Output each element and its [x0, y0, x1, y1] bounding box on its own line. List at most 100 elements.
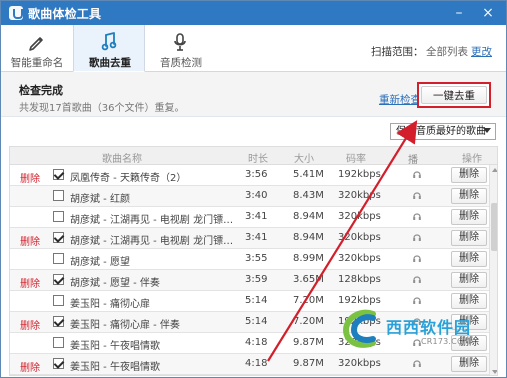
tab-label: 歌曲去重: [89, 57, 131, 69]
row-delete-button[interactable]: 删除: [451, 188, 487, 204]
table-row: 删除 凤凰传奇 - 天籁传奇（2） 3:56 5.41M 192kbps 删除: [10, 165, 489, 186]
table-row: 胡彦斌 - 红颜 3:40 8.43M 320kbps 删除: [10, 186, 489, 207]
table-scrollbar[interactable]: [489, 165, 497, 375]
row-duration: 4:18: [245, 337, 268, 348]
row-delete-button[interactable]: 删除: [451, 356, 487, 372]
table-row: 删除 姜玉阳 - 痛彻心扉 - 伴奏 5:14 7.20M 192kbps 删除: [10, 312, 489, 333]
main-toolbar: 智能重命名 歌曲去重 音质检测 扫描范围： 全部列表 更改: [1, 25, 506, 72]
status-title: 检查完成: [19, 84, 63, 97]
row-delete-button[interactable]: 删除: [451, 314, 487, 330]
row-checkbox[interactable]: [53, 253, 64, 264]
window-title: 歌曲体检工具: [28, 7, 102, 21]
row-song-name: 胡彦斌 - 愿望 - 伴奏: [70, 278, 160, 289]
keep-strategy-value: 保留音质最好的歌曲: [396, 126, 486, 137]
header-song-name: 歌曲名称: [102, 154, 142, 165]
tab-song-dedupe[interactable]: 歌曲去重: [73, 25, 145, 72]
row-bitrate: 192kbps: [338, 169, 381, 180]
table-row: 胡彦斌 - 愿望 3:55 8.99M 320kbps 删除: [10, 249, 489, 270]
row-bitrate: 192kbps: [338, 316, 381, 327]
row-size: 9.87M: [293, 337, 324, 348]
titlebar: 歌曲体检工具 – ×: [1, 1, 506, 25]
headphones-icon[interactable]: [412, 232, 422, 242]
status-subtitle: 共发现17首歌曲（36个文件）重复。: [19, 103, 185, 114]
row-bitrate: 320kbps: [338, 232, 381, 243]
row-size: 8.99M: [293, 253, 324, 264]
row-checkbox[interactable]: [53, 316, 64, 327]
headphones-icon[interactable]: [412, 190, 422, 200]
headphones-icon[interactable]: [412, 358, 422, 368]
scroll-down-icon[interactable]: [490, 367, 497, 375]
row-checkbox[interactable]: [53, 169, 64, 180]
row-delete-tag: 删除: [20, 174, 40, 185]
row-duration: 3:55: [245, 253, 268, 264]
row-checkbox[interactable]: [53, 358, 64, 369]
duplicates-table: 歌曲名称 时长 大小 码率 播放 操作 删除 凤凰传奇 - 天籁传奇（2） 3:…: [9, 146, 498, 376]
row-checkbox[interactable]: [53, 337, 64, 348]
row-checkbox[interactable]: [53, 211, 64, 222]
change-scan-range-link[interactable]: 更改: [471, 44, 492, 59]
row-duration: 3:41: [245, 232, 268, 243]
row-size: 8.94M: [293, 211, 324, 222]
row-duration: 3:59: [245, 274, 268, 285]
rescan-link[interactable]: 重新检查: [379, 92, 421, 107]
row-checkbox[interactable]: [53, 295, 64, 306]
tab-smart-rename[interactable]: 智能重命名: [1, 25, 73, 72]
app-window: 歌曲体检工具 – × 智能重命名 歌曲去重 音质检测 扫描范围： 全部列表 更改…: [0, 0, 507, 378]
table-row: 姜玉阳 - 痛彻心扉 5:14 7.20M 192kbps 删除: [10, 291, 489, 312]
scroll-thumb[interactable]: [491, 203, 497, 251]
header-duration: 时长: [248, 154, 268, 165]
table-row: 删除 胡彦斌 - 江湖再见 - 电视剧 龙门镖… 3:41 8.94M 320k…: [10, 228, 489, 249]
headphones-icon[interactable]: [412, 316, 422, 326]
pen-icon: [29, 37, 43, 51]
row-size: 3.65M: [293, 274, 324, 285]
row-bitrate: 320kbps: [338, 337, 381, 348]
chevron-down-icon: [483, 128, 491, 133]
headphones-icon[interactable]: [412, 211, 422, 221]
row-delete-tag: 删除: [20, 321, 40, 332]
row-delete-button[interactable]: 删除: [451, 272, 487, 288]
row-bitrate: 320kbps: [338, 253, 381, 264]
row-delete-button[interactable]: 删除: [451, 230, 487, 246]
music-note-icon: [101, 32, 117, 51]
row-delete-button[interactable]: 删除: [451, 167, 487, 183]
header-bitrate: 码率: [346, 154, 366, 165]
table-row: 姜玉阳 - 午夜唱情歌 4:18 9.87M 320kbps 删除: [10, 333, 489, 354]
row-bitrate: 320kbps: [338, 190, 381, 201]
table-row: 胡彦斌 - 江湖再见 - 电视剧 龙门镖… 3:41 8.94M 320kbps…: [10, 207, 489, 228]
row-song-name: 凤凰传奇 - 天籁传奇（2）: [70, 173, 187, 184]
row-delete-button[interactable]: 删除: [451, 335, 487, 351]
scan-range-value: 全部列表: [426, 46, 468, 58]
headphones-icon[interactable]: [412, 169, 422, 179]
row-checkbox[interactable]: [53, 274, 64, 285]
headphones-icon[interactable]: [412, 274, 422, 284]
row-bitrate: 128kbps: [338, 274, 381, 285]
microphone-icon: [174, 33, 186, 51]
one-key-dedupe-button[interactable]: 一键去重: [421, 86, 487, 104]
row-size: 9.87M: [293, 358, 324, 369]
close-icon[interactable]: ×: [479, 4, 497, 22]
row-size: 7.20M: [293, 316, 324, 327]
headphones-icon[interactable]: [412, 295, 422, 305]
filter-bar: 保留音质最好的歌曲: [1, 118, 506, 144]
header-size: 大小: [294, 154, 314, 165]
row-duration: 4:18: [245, 358, 268, 369]
scroll-up-icon[interactable]: [490, 165, 497, 175]
row-size: 7.20M: [293, 295, 324, 306]
header-actions: 操作: [462, 154, 482, 165]
tab-audio-quality[interactable]: 音质检测: [145, 25, 217, 72]
minimize-icon[interactable]: –: [450, 4, 468, 22]
row-duration: 3:40: [245, 190, 268, 201]
headphones-icon[interactable]: [412, 337, 422, 347]
table-header: 歌曲名称 时长 大小 码率 播放 操作: [10, 147, 497, 181]
row-delete-button[interactable]: 删除: [451, 293, 487, 309]
table-rows: 删除 凤凰传奇 - 天籁传奇（2） 3:56 5.41M 192kbps 删除 …: [10, 165, 489, 375]
headphones-icon[interactable]: [412, 253, 422, 263]
row-delete-button[interactable]: 删除: [451, 251, 487, 267]
row-song-name: 姜玉阳 - 午夜唱情歌: [70, 341, 160, 352]
row-song-name: 胡彦斌 - 江湖再见 - 电视剧 龙门镖…: [70, 215, 234, 226]
row-checkbox[interactable]: [53, 190, 64, 201]
keep-strategy-select[interactable]: 保留音质最好的歌曲: [390, 123, 496, 140]
row-checkbox[interactable]: [53, 232, 64, 243]
row-size: 8.94M: [293, 232, 324, 243]
row-delete-button[interactable]: 删除: [451, 209, 487, 225]
